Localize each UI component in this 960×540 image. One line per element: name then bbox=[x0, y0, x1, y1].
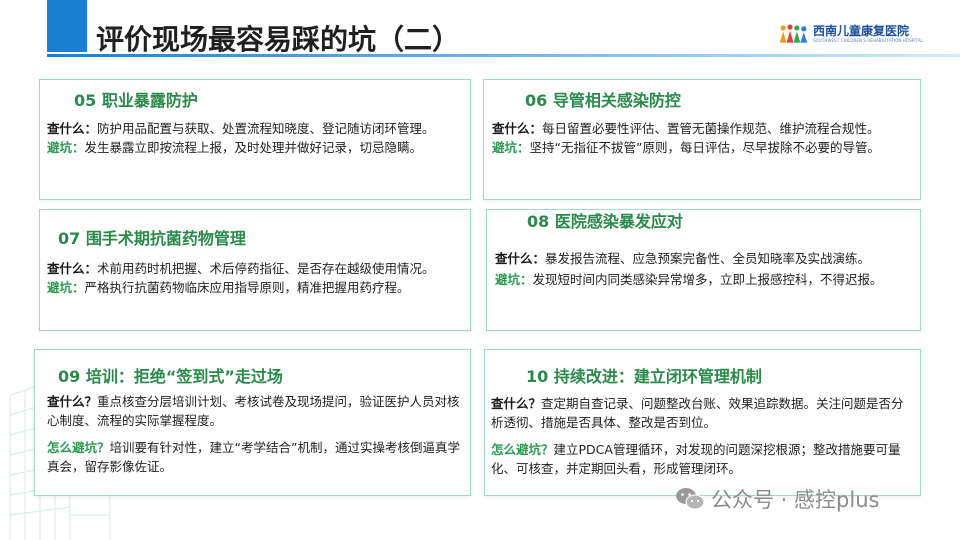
card-title: 06 导管相关感染防控 bbox=[525, 91, 681, 110]
card-title: 09 培训：拒绝“签到式”走过场 bbox=[58, 367, 283, 386]
avoid-label: 怎么避坑？ bbox=[491, 442, 554, 457]
card-body: 查什么？查定期自查记录、问题整改台账、效果追踪数据。关注问题是否分析透彻、措施是… bbox=[491, 394, 911, 478]
avoid-text: 培训要有针对性，建立“考学结合”机制，通过实操考核倒逼真学真会，留存影像佐证。 bbox=[47, 440, 460, 474]
card-title: 10 持续改进：建立闭环管理机制 bbox=[526, 367, 762, 386]
page-title: 评价现场最容易踩的坑（二） bbox=[96, 23, 461, 56]
avoid-label: 避坑： bbox=[495, 272, 533, 287]
check-text: 暴发报告流程、应急预案完备性、全员知晓率及实战演练。 bbox=[545, 251, 871, 266]
watermark-text: 公众号 · 感控plus bbox=[711, 488, 880, 512]
check-label: 查什么？ bbox=[47, 394, 98, 409]
card-body: 查什么：防护用品配置与获取、处置流程知晓度、登记随访闭环管理。 避坑：发生暴露立… bbox=[47, 119, 461, 157]
avoid-text: 严格执行抗菌药物临床应用指导原则，精准把握用药疗程。 bbox=[84, 280, 410, 295]
logo-name: 西南儿童康复医院 bbox=[812, 23, 909, 38]
children-figures-icon bbox=[779, 24, 808, 43]
card-body: 查什么？重点核查分层培训计划、考核试卷及现场提问，验证医护人员对核心制度、流程的… bbox=[47, 392, 462, 476]
card-catheter-infection: 06 导管相关感染防控 查什么：每日留置必要性评估、置管无菌操作规范、维护流程合… bbox=[483, 79, 921, 200]
card-outbreak-response: 08 医院感染暴发应对 查什么：暴发报告流程、应急预案完备性、全员知晓率及实战演… bbox=[486, 209, 921, 331]
avoid-label: 避坑： bbox=[47, 140, 85, 155]
avoid-text: 发生暴露立即按流程上报，及时处理并做好记录，切忌隐瞒。 bbox=[84, 140, 423, 155]
avoid-text: 坚持“无指征不拔管”原则，每日评估，尽早拔除不必要的导管。 bbox=[529, 140, 880, 155]
avoid-label: 避坑： bbox=[47, 280, 85, 295]
title-accent-block bbox=[47, 0, 87, 52]
card-title: 07 围手术期抗菌药物管理 bbox=[58, 229, 246, 248]
card-perioperative-antibiotics: 07 围手术期抗菌药物管理 查什么：术前用药时机把握、术后停药指征、是否存在越级… bbox=[39, 209, 471, 331]
check-text: 术前用药时机把握、术后停药指征、是否存在越级使用情况。 bbox=[97, 261, 435, 276]
card-occupational-exposure: 05 职业暴露防护 查什么：防护用品配置与获取、处置流程知晓度、登记随访闭环管理… bbox=[39, 79, 471, 200]
check-label: 查什么： bbox=[47, 261, 98, 276]
avoid-label: 怎么避坑？ bbox=[47, 440, 110, 455]
card-body: 查什么：每日留置必要性评估、置管无菌操作规范、维护流程合规性。 避坑：坚持“无指… bbox=[492, 119, 910, 157]
title-underline bbox=[47, 54, 960, 57]
check-text: 查定期自查记录、问题整改台账、效果追踪数据。关注问题是否分析透彻、措施是否具体、… bbox=[491, 396, 904, 430]
check-text: 防护用品配置与获取、处置流程知晓度、登记随访闭环管理。 bbox=[97, 121, 435, 136]
card-title: 05 职业暴露防护 bbox=[74, 91, 198, 110]
avoid-text: 发现短时间内同类感染异常增多，立即上报感控科，不得迟报。 bbox=[532, 272, 883, 287]
card-training: 09 培训：拒绝“签到式”走过场 查什么？重点核查分层培训计划、考核试卷及现场提… bbox=[34, 349, 471, 496]
card-continuous-improvement: 10 持续改进：建立闭环管理机制 查什么？查定期自查记录、问题整改台账、效果追踪… bbox=[484, 349, 921, 496]
card-title: 08 医院感染暴发应对 bbox=[527, 212, 683, 231]
check-text: 重点核查分层培训计划、考核试卷及现场提问，验证医护人员对核心制度、流程的实际掌握… bbox=[47, 394, 460, 428]
logo-subtitle: SOUTHWEST CHILDREN'S REHABILITATION HOSP… bbox=[812, 37, 923, 43]
check-label: 查什么： bbox=[492, 121, 543, 136]
avoid-label: 避坑： bbox=[492, 140, 530, 155]
card-body: 查什么：术前用药时机把握、术后停药指征、是否存在越级使用情况。 避坑：严格执行抗… bbox=[47, 259, 461, 297]
wechat-icon bbox=[676, 488, 705, 510]
hospital-logo: 西南儿童康复医院 SOUTHWEST CHILDREN'S REHABILITA… bbox=[778, 20, 923, 48]
wechat-watermark: 公众号 · 感控plus bbox=[675, 484, 879, 514]
check-label: 查什么： bbox=[47, 121, 98, 136]
card-body: 查什么：暴发报告流程、应急预案完备性、全员知晓率及实战演练。 避坑：发现短时间内… bbox=[495, 248, 913, 290]
check-text: 每日留置必要性评估、置管无菌操作规范、维护流程合规性。 bbox=[542, 121, 880, 136]
check-label: 查什么？ bbox=[491, 396, 542, 411]
check-label: 查什么： bbox=[495, 251, 546, 266]
